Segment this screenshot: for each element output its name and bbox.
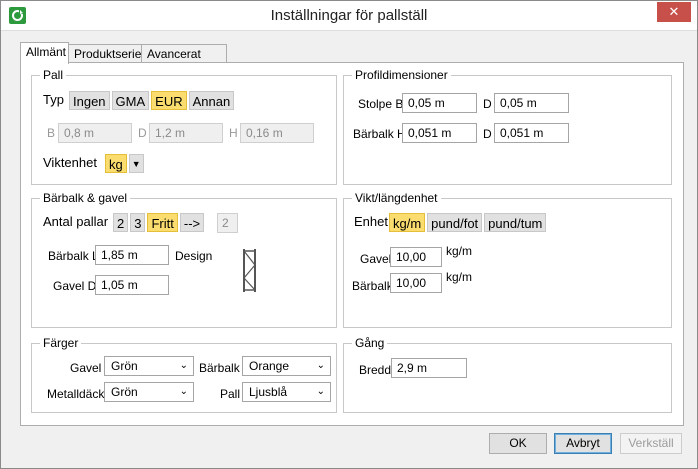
pall-d-field[interactable]: 1,2 m — [149, 123, 223, 143]
group-title-gang: Gång — [352, 336, 388, 350]
antal-option-arrow[interactable]: --> — [179, 213, 205, 232]
design-label: Design — [175, 249, 213, 263]
barbalk-l-label: Bärbalk L — [48, 249, 99, 263]
bredd-field[interactable]: 2,9 m — [391, 358, 467, 378]
farg-metalldack-select[interactable]: Grön ⌄ — [104, 382, 194, 402]
farg-gavel-label: Gavel — [70, 361, 102, 375]
window-title: Inställningar för pallställ — [270, 7, 428, 24]
settings-dialog: Inställningar för pallställ ✕ Allmänt Pr… — [0, 0, 698, 469]
tab-allmant[interactable]: Allmänt — [20, 42, 69, 64]
antal-pallar-label: Antal pallar — [43, 214, 109, 229]
vikt-barbalk-field[interactable]: 10,00 — [390, 273, 442, 293]
group-pall: Pall Typ Ingen GMA EUR Annan B 0,8 m D 1… — [31, 68, 337, 185]
enhet-segmented: kg/m pund/fot pund/tum — [389, 213, 547, 232]
farg-barbalk-select[interactable]: Orange ⌄ — [242, 356, 331, 376]
gavel-d-label: Gavel D — [53, 279, 97, 293]
chevron-down-icon: ⌄ — [179, 386, 188, 397]
typ-option-gma[interactable]: GMA — [111, 91, 150, 110]
farg-pall-select[interactable]: Ljusblå ⌄ — [242, 382, 331, 402]
typ-option-ingen[interactable]: Ingen — [69, 91, 110, 110]
typ-option-eur[interactable]: EUR — [151, 91, 187, 110]
farg-barbalk-label: Bärbalk — [199, 361, 240, 375]
barbalk-h-label: Bärbalk H — [353, 127, 406, 141]
farg-pall-value: Ljusblå — [249, 385, 288, 399]
farg-barbalk-value: Orange — [249, 359, 290, 373]
antal-option-2[interactable]: 2 — [113, 213, 129, 232]
barbalk-d-field[interactable]: 0,051 m — [494, 123, 569, 143]
group-title-profil: Profildimensioner — [352, 68, 451, 82]
viktenhet-value[interactable]: kg — [105, 154, 127, 173]
group-barbalk-gavel: Bärbalk & gavel Antal pallar 2 3 Fritt -… — [31, 191, 337, 328]
vikt-barbalk-label: Bärbalk — [352, 279, 393, 293]
d-label: D — [138, 126, 147, 140]
group-gang: Gång Bredd 2,9 m — [343, 336, 672, 413]
group-title-pall: Pall — [40, 68, 67, 82]
barbalk-h-field[interactable]: 0,051 m — [402, 123, 477, 143]
farg-gavel-select[interactable]: Grön ⌄ — [104, 356, 194, 376]
vikt-gavel-unit: kg/m — [446, 244, 473, 258]
stolpe-b-field[interactable]: 0,05 m — [402, 93, 477, 113]
close-icon: ✕ — [668, 4, 680, 19]
enhet-label: Enhet — [354, 214, 388, 229]
group-title-vikt: Vikt/längdenhet — [352, 191, 441, 205]
enhet-option-kgm[interactable]: kg/m — [389, 213, 426, 232]
tab-panel-allmant: Pall Typ Ingen GMA EUR Annan B 0,8 m D 1… — [20, 62, 684, 426]
typ-option-annan[interactable]: Annan — [188, 91, 235, 110]
group-farger: Färger Gavel Grön ⌄ Bärbalk Orange ⌄ Met… — [31, 336, 337, 413]
antal-pallar-field[interactable]: 2 — [217, 213, 238, 233]
close-button[interactable]: ✕ — [657, 2, 691, 22]
barbalk-d-label: D — [483, 127, 492, 141]
farg-gavel-value: Grön — [111, 359, 138, 373]
group-profildimensioner: Profildimensioner Stolpe B 0,05 m D 0,05… — [343, 68, 672, 185]
avbryt-button[interactable]: Avbryt — [554, 433, 612, 454]
vikt-barbalk-unit: kg/m — [446, 270, 473, 284]
vikt-gavel-field[interactable]: 10,00 — [390, 247, 442, 267]
typ-label: Typ — [43, 92, 64, 107]
stolpe-d-field[interactable]: 0,05 m — [494, 93, 569, 113]
stolpe-d-label: D — [483, 97, 492, 111]
enhet-option-pund-tum[interactable]: pund/tum — [484, 213, 547, 232]
gavel-design-icon[interactable] — [240, 248, 260, 293]
chevron-down-icon: ⌄ — [179, 360, 188, 371]
b-label: B — [47, 126, 56, 140]
viktenhet-dropdown[interactable]: kg ▼ — [105, 154, 144, 173]
stolpe-b-label: Stolpe B — [358, 97, 404, 111]
group-title-farger: Färger — [40, 336, 82, 350]
group-vikt-langdenhet: Vikt/längdenhet Enhet kg/m pund/fot pund… — [343, 191, 672, 328]
pall-b-field[interactable]: 0,8 m — [58, 123, 132, 143]
pall-h-field[interactable]: 0,16 m — [240, 123, 314, 143]
group-title-barbalk-gavel: Bärbalk & gavel — [40, 191, 131, 205]
tab-avancerat[interactable]: Avancerat — [141, 44, 227, 63]
h-label: H — [229, 126, 238, 140]
antal-pallar-segmented: 2 3 Fritt --> — [113, 213, 205, 232]
farg-pall-label: Pall — [220, 387, 241, 401]
farg-metalldack-value: Grön — [111, 385, 138, 399]
bredd-label: Bredd — [359, 363, 392, 377]
chevron-down-icon: ⌄ — [316, 360, 325, 371]
enhet-option-pund-fot[interactable]: pund/fot — [427, 213, 483, 232]
chevron-down-icon: ⌄ — [316, 386, 325, 397]
title-bar: Inställningar för pallställ ✕ — [1, 1, 697, 31]
chevron-down-icon[interactable]: ▼ — [128, 154, 144, 173]
ok-button[interactable]: OK — [489, 433, 547, 454]
vikt-gavel-label: Gavel — [360, 252, 392, 266]
gavel-d-field[interactable]: 1,05 m — [95, 275, 169, 295]
verkstall-button[interactable]: Verkställ — [620, 433, 682, 454]
barbalk-l-field[interactable]: 1,85 m — [95, 245, 169, 265]
typ-segmented: Ingen GMA EUR Annan — [69, 91, 235, 110]
antal-option-3[interactable]: 3 — [130, 213, 146, 232]
viktenhet-label: Viktenhet — [43, 155, 97, 170]
antal-option-fritt[interactable]: Fritt — [147, 213, 178, 232]
farg-metalldack-label: Metalldäck — [47, 387, 105, 401]
